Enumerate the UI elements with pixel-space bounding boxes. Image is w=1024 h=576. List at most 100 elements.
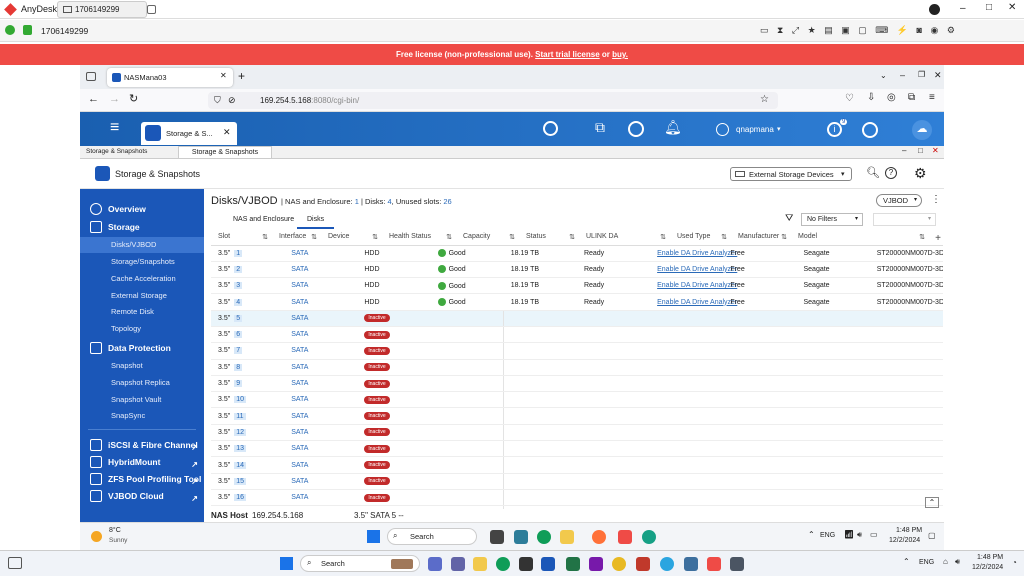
task-view-icon[interactable] [490,530,504,544]
sidebar-item-cache-acceleration[interactable]: Cache Acceleration [80,271,204,287]
column-header-interface[interactable]: Interface ⇅ [272,229,321,246]
start-trial-link[interactable]: Start trial license [535,50,599,59]
app-settings-icon[interactable]: ⚙ [914,165,927,182]
lightning-icon[interactable]: ⚡ [897,25,908,35]
window-max-icon[interactable]: □ [918,146,923,155]
url-bar[interactable]: ⛉ ⊘ 169.254.5.168:8080/cgi-bin/ ☆ [208,92,778,109]
qfinder-icon[interactable] [642,530,656,544]
table-row[interactable]: 3.5" 8 SATA Inactive [211,359,943,376]
local-time[interactable]: 1:48 PM [977,554,1003,561]
record-icon[interactable]: ◉ [930,25,938,35]
sidebar-item-zfs-profiling[interactable]: ZFS Pool Profiling Tool ↗ [80,471,204,487]
browser-tab-active[interactable]: NASMana03 ✕ [107,68,233,87]
back-icon[interactable]: ← [88,93,99,105]
close-tab-icon[interactable]: ✕ [220,71,227,80]
widgets-icon[interactable] [8,557,22,569]
remote-date[interactable]: 12/2/2024 [889,537,920,544]
camera-icon[interactable]: ◙ [917,25,922,35]
window-restore-icon[interactable]: ❐ [918,70,925,79]
table-row[interactable]: 3.5" 6 SATA Inactive [211,326,943,344]
sidebar-item-hybridmount[interactable]: HybridMount ↗ [80,454,204,470]
sidebar-item-snapshot-replica[interactable]: Snapshot Replica [80,375,204,391]
star-icon[interactable]: ★ [808,25,816,35]
column-header-capacity[interactable]: Capacity ⇅ [456,229,519,246]
tab-overview-icon[interactable] [86,72,96,81]
main-menu-icon[interactable]: ≡ [110,120,119,136]
battery-icon[interactable]: ▭ [870,530,878,539]
maximize-icon[interactable]: □ [986,2,992,13]
enable-da-link[interactable]: Enable DA Drive Analyzer [657,282,737,289]
sidebar-item-remote-disk[interactable]: Remote Disk [80,304,204,320]
table-row[interactable]: 3.5" 16 SATA Inactive [211,489,943,507]
sidebar-item-external-storage[interactable]: External Storage [80,288,204,304]
local-app3-icon[interactable] [684,557,698,571]
close-app-tab-icon[interactable]: ✕ [223,127,231,138]
sidebar-item-snapsync[interactable]: SnapSync [80,408,204,424]
column-header-used-type[interactable]: Used Type ⇅ [670,229,731,246]
local-notification-icon[interactable]: ◔ [1012,558,1017,567]
local-search-box[interactable]: ⌕ Search [300,555,420,572]
keyboard-icon[interactable]: ⌨ [875,25,888,35]
table-row[interactable]: 3.5" 12 SATA Inactive [211,424,943,442]
local-tray-chevron-icon[interactable]: ⌃ [903,557,910,566]
local-copilot-icon[interactable] [428,557,442,571]
downloads-icon[interactable]: ⇩ [867,92,875,103]
buy-link[interactable]: buy. [612,50,628,59]
anydesk-menu-icon[interactable] [929,4,940,15]
new-tab-icon[interactable] [147,5,156,14]
display-icon[interactable]: ▣ [841,25,850,35]
search-icon[interactable] [543,121,558,136]
volume-icon[interactable]: 🔊︎ [857,530,862,540]
window-minimize-icon[interactable]: – [900,70,905,80]
enable-da-link[interactable]: Enable DA Drive Analyzer [657,266,737,273]
local-date[interactable]: 12/2/2024 [972,564,1003,571]
forward-icon[interactable]: → [109,93,120,105]
dashboard-icon[interactable] [862,122,878,138]
pocket-icon[interactable]: ♡ [845,93,854,104]
add-column-icon[interactable]: + [935,233,941,244]
cloud-icon[interactable]: ☁ [912,120,932,140]
window-tab[interactable]: Storage & Snapshots [178,146,272,159]
user-menu-chevron-icon[interactable]: ▾ [777,125,781,133]
column-header-model[interactable]: Model ⇅ + [791,229,943,246]
reload-icon[interactable]: ↻ [129,92,138,105]
table-row[interactable]: 3.5" 4 SATA HDD Good 18.19 TB Ready Enable DA D… [211,294,943,311]
sidebar-item-vjbod-cloud[interactable]: VJBOD Cloud ↗ [80,488,204,504]
column-header-health[interactable]: Health Status ⇅ [382,229,456,246]
table-row[interactable]: 3.5" 5 SATA Inactive [211,310,943,327]
tray-chevron-icon[interactable]: ⌃ [808,530,815,539]
minimize-icon[interactable]: – [960,3,966,14]
sidebar-item-data-protection[interactable]: Data Protection [80,340,204,356]
table-row[interactable]: 3.5" 11 SATA Inactive [211,408,943,425]
bookmark-star-icon[interactable]: ☆ [760,94,769,105]
anydesk-icon[interactable] [618,530,632,544]
tab-nas-enclosure[interactable]: NAS and Enclosure [225,212,302,229]
tab-list-icon[interactable]: ⌄ [880,71,887,80]
table-row[interactable]: 3.5" 1 SATA HDD Good 18.19 TB Ready Enable DA D… [211,245,943,262]
notifications-icon[interactable]: 🔔︎ [664,119,682,136]
background-tasks-icon[interactable]: ⧉ [595,119,605,136]
files-app-icon[interactable] [514,530,528,544]
column-header-device[interactable]: Device ⇅ [321,229,382,246]
settings-icon[interactable]: ⚙ [947,25,955,35]
local-lang[interactable]: ENG [919,559,934,566]
remote-lang[interactable]: ENG [820,532,835,539]
tab-disks[interactable]: Disks [297,212,335,229]
window-min-icon[interactable]: – [902,146,906,155]
windows-start-icon[interactable] [367,530,380,543]
search-detail-icon[interactable]: 🔍︎ [866,166,880,179]
sidebar-item-snapshot[interactable]: Snapshot [80,358,204,374]
user-name[interactable]: qnapmana [736,125,774,134]
column-header-ulink[interactable]: ULINK DA ⇅ [579,229,670,246]
close-icon[interactable]: ✕ [1008,2,1016,13]
scroll-top-icon[interactable]: ⌃ [925,497,939,508]
more-options-icon[interactable]: ⋮ [931,194,941,205]
local-excel-icon[interactable] [566,557,580,571]
remote-search-box[interactable]: ⌕ Search [387,528,477,545]
new-tab-button[interactable]: + [238,69,245,83]
table-row[interactable]: 3.5" 9 SATA Inactive [211,375,943,393]
local-folder-icon[interactable] [473,557,487,571]
view-icon[interactable]: ▢ [858,25,867,35]
local-telegram-icon[interactable] [660,557,674,571]
sidebar-item-snapshot-vault[interactable]: Snapshot Vault [80,392,204,408]
